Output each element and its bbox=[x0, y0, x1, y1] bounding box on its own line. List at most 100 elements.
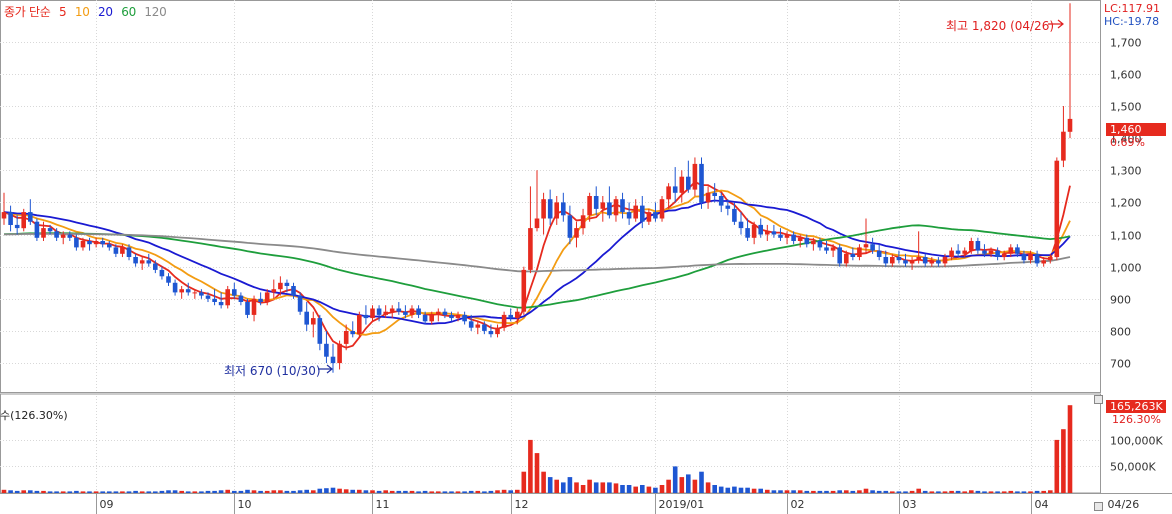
candle-body bbox=[850, 253, 856, 257]
volume-bar bbox=[659, 485, 665, 493]
candle-body bbox=[284, 282, 290, 286]
volume-bar bbox=[955, 490, 961, 493]
volume-tick-label: 50,000K bbox=[1110, 461, 1156, 474]
candle-body bbox=[863, 244, 869, 248]
candle-body bbox=[1061, 131, 1066, 161]
candle-body bbox=[291, 286, 296, 296]
volume-bar bbox=[337, 488, 342, 493]
candle-body bbox=[1015, 247, 1020, 254]
candle-body bbox=[146, 260, 152, 264]
candle-body bbox=[1021, 253, 1027, 261]
stock-chart: 7008009001,0001,1001,2001,3001,4001,5001… bbox=[0, 0, 1172, 514]
volume-bar bbox=[34, 490, 40, 493]
candle-body bbox=[363, 314, 369, 319]
volume-bar bbox=[699, 471, 704, 493]
candle-body bbox=[528, 228, 533, 270]
candle-body bbox=[995, 250, 1000, 257]
volume-bar bbox=[626, 485, 632, 493]
candle-body bbox=[416, 308, 421, 315]
candle-body bbox=[113, 247, 119, 254]
candle-body bbox=[350, 331, 355, 335]
price-tick-label: 1,300 bbox=[1110, 165, 1142, 178]
scroll-right-button[interactable] bbox=[1094, 502, 1103, 511]
x-tick-label: 03 bbox=[903, 498, 917, 511]
volume-bar bbox=[929, 491, 935, 493]
volume-bar bbox=[613, 483, 619, 493]
volume-bar bbox=[903, 491, 908, 493]
candle-body bbox=[28, 212, 33, 222]
volume-bar bbox=[969, 490, 974, 493]
volume-bar bbox=[100, 491, 105, 493]
volume-bar bbox=[133, 490, 138, 493]
candle-body bbox=[955, 250, 961, 254]
volume-bar bbox=[245, 489, 250, 493]
candle-body bbox=[264, 292, 270, 302]
low-annotation: 최저 670 (10/30) bbox=[224, 364, 321, 378]
candle-body bbox=[876, 250, 882, 257]
volume-bar bbox=[975, 490, 981, 493]
legend-ma-60: 60 bbox=[121, 5, 136, 19]
volume-bar bbox=[916, 488, 921, 493]
volume-bar bbox=[982, 491, 987, 493]
candle-body bbox=[844, 253, 849, 264]
volume-bar bbox=[251, 490, 257, 493]
candle-body bbox=[758, 224, 763, 235]
legend-ma-5: 5 bbox=[59, 5, 67, 19]
candle-body bbox=[699, 163, 704, 203]
candle-body bbox=[185, 289, 191, 293]
volume-bar bbox=[679, 477, 685, 493]
candle-body bbox=[429, 314, 434, 322]
ma-120-line bbox=[3, 232, 1071, 273]
candle-body bbox=[508, 314, 513, 319]
legend-ma-120: 120 bbox=[144, 5, 167, 19]
volume-bar bbox=[324, 488, 329, 493]
price-tick-label: 1,000 bbox=[1110, 262, 1142, 275]
candle-body bbox=[593, 196, 599, 209]
volume-bar bbox=[554, 479, 559, 493]
volume-bar bbox=[653, 487, 658, 493]
candle-body bbox=[462, 314, 467, 322]
volume-bar bbox=[403, 490, 408, 493]
volume-bar bbox=[1067, 405, 1073, 493]
x-tick-label: 09 bbox=[100, 498, 114, 511]
candle-body bbox=[383, 311, 388, 315]
candle-body bbox=[159, 269, 165, 277]
volume-bar bbox=[21, 490, 26, 493]
candle-body bbox=[449, 314, 454, 319]
volume-bar bbox=[159, 490, 165, 493]
panel-resize-button[interactable] bbox=[1094, 395, 1103, 404]
volume-bar bbox=[534, 453, 540, 493]
candle-body bbox=[580, 215, 586, 229]
candle-body bbox=[738, 221, 744, 229]
candle-body bbox=[830, 247, 836, 251]
volume-bar bbox=[80, 491, 86, 493]
legend-ma-20: 20 bbox=[98, 5, 113, 19]
candle-body bbox=[600, 202, 606, 209]
volume-panel-title: 수(126.30%) bbox=[0, 409, 68, 422]
volume-bar bbox=[725, 487, 731, 493]
volume-bar bbox=[376, 490, 382, 493]
volume-bar bbox=[607, 482, 612, 493]
current-volume-change: 126.30% bbox=[1112, 413, 1161, 426]
volume-bar bbox=[784, 490, 790, 493]
candle-body bbox=[357, 314, 362, 335]
volume-bar bbox=[429, 491, 434, 493]
candle-body bbox=[41, 228, 46, 238]
candle-body bbox=[271, 289, 277, 293]
volume-bar bbox=[1021, 491, 1027, 493]
candle-body bbox=[199, 292, 204, 296]
candle-body bbox=[705, 192, 711, 203]
volume-bar bbox=[817, 490, 823, 493]
candle-body bbox=[784, 234, 790, 238]
volume-bar bbox=[139, 491, 145, 493]
volume-bar bbox=[14, 490, 20, 493]
candle-body bbox=[409, 308, 415, 315]
volume-bar bbox=[778, 490, 783, 493]
candle-body bbox=[501, 314, 507, 328]
volume-bar bbox=[811, 490, 816, 493]
volume-bar bbox=[113, 491, 119, 493]
volume-bar bbox=[896, 491, 902, 493]
volume-bar bbox=[1001, 491, 1007, 493]
volume-bar bbox=[587, 479, 592, 493]
candle-body bbox=[376, 308, 382, 315]
